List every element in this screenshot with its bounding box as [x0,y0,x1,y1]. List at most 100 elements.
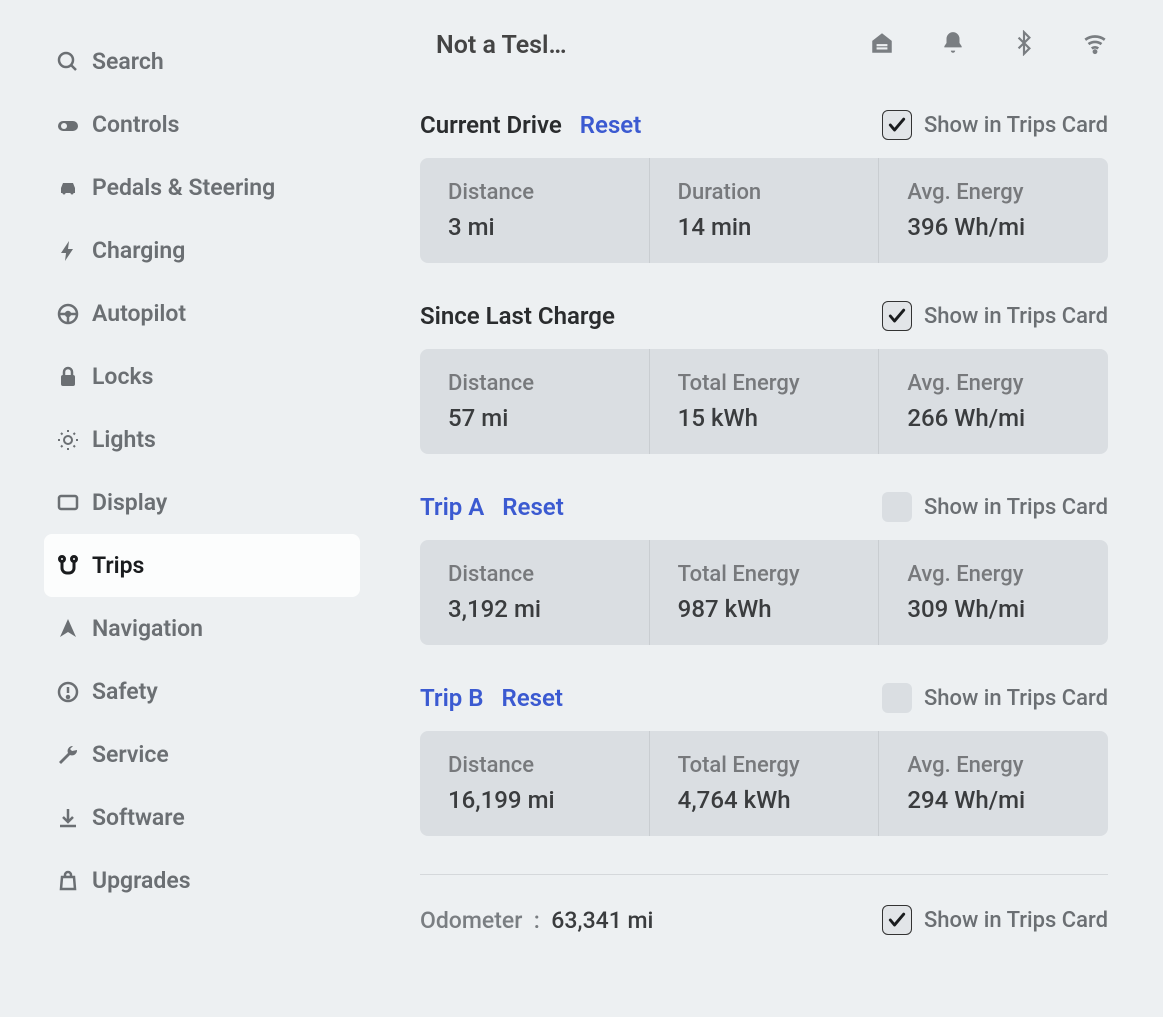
trip-section-1: Since Last Charge Show in Trips Card Dista… [420,301,1108,454]
show-in-card-label: Show in Trips Card [924,113,1108,138]
trip-section-2: Trip A Reset Show in Trips Card Distance 3,1… [420,492,1108,645]
lock-icon [56,365,92,389]
sidebar-item-trips[interactable]: Trips [44,534,360,597]
sidebar-item-label: Autopilot [92,300,186,327]
stats-card: Distance3miDuration14minAvg. Energy396Wh… [420,158,1108,263]
show-in-card-toggle[interactable]: Show in Trips Card [882,492,1108,522]
stat-cell: Total Energy987kWh [650,540,880,645]
stat-value: 396Wh/mi [907,213,1080,241]
bolt-icon [56,239,92,263]
sidebar-item-controls[interactable]: Controls [44,93,360,156]
section-header: Trip B Reset Show in Trips Card [420,683,1108,713]
checkbox-icon[interactable] [882,110,912,140]
stat-label: Avg. Energy [907,371,1080,396]
sidebar-item-label: Search [92,48,164,75]
route-icon [56,554,92,578]
odometer-label: Odometer : 63,341 mi [420,907,653,934]
stat-label: Duration [678,180,851,205]
stat-cell: Total Energy 15kWh [650,349,880,454]
section-header: Since Last Charge Show in Trips Card [420,301,1108,331]
stat-label: Distance [448,562,621,587]
bell-icon[interactable] [940,30,966,60]
stat-label: Distance [448,371,621,396]
sidebar-item-lights[interactable]: Lights [44,408,360,471]
stat-cell: Distance 16,199mi [420,731,650,836]
sidebar-item-label: Controls [92,111,179,138]
stat-label: Distance [448,753,621,778]
sidebar-item-service[interactable]: Service [44,723,360,786]
sidebar-item-upgrades[interactable]: Upgrades [44,849,360,912]
sidebar-item-label: Upgrades [92,867,191,894]
odometer-show-toggle[interactable]: Show in Trips Card [882,905,1108,935]
sidebar-item-display[interactable]: Display [44,471,360,534]
stat-cell: Avg. Energy 266Wh/mi [879,349,1108,454]
reset-button[interactable]: Reset [580,111,641,139]
stat-value: 3,192mi [448,595,621,623]
sidebar-item-pedals-steering[interactable]: Pedals & Steering [44,156,360,219]
stat-label: Avg. Energy [907,753,1080,778]
section-title[interactable]: Trip A [420,493,484,521]
main-panel: Not a Tesl… Current Drive Reset Show in Tr… [380,0,1163,1017]
sidebar-item-label: Software [92,804,185,831]
checkbox-icon[interactable] [882,683,912,713]
trip-section-3: Trip B Reset Show in Trips Card Distance 16,… [420,683,1108,836]
stat-cell: Avg. Energy 396Wh/mi [879,158,1108,263]
stat-value: 4,764kWh [678,786,851,814]
sidebar-item-autopilot[interactable]: Autopilot [44,282,360,345]
profile-selector[interactable]: Not a Tesl… [420,31,567,60]
stat-label: Avg. Energy [907,180,1080,205]
show-in-card-label: Show in Trips Card [924,495,1108,520]
section-title: Current Drive [420,111,562,139]
sidebar-item-label: Display [92,489,167,516]
checkbox-checked-icon[interactable] [882,905,912,935]
stat-value: 294Wh/mi [907,786,1080,814]
sidebar-item-software[interactable]: Software [44,786,360,849]
sidebar-item-navigation[interactable]: Navigation [44,597,360,660]
section-header: Trip A Reset Show in Trips Card [420,492,1108,522]
display-icon [56,491,92,515]
checkbox-icon[interactable] [882,492,912,522]
section-title[interactable]: Trip B [420,684,484,712]
stats-card: Distance3,192miTotal Energy987kWhAvg. En… [420,540,1108,645]
stat-label: Total Energy [678,371,851,396]
sidebar-item-charging[interactable]: Charging [44,219,360,282]
stat-value: 15kWh [678,404,851,432]
stat-value: 14min [678,213,851,241]
sidebar-item-safety[interactable]: Safety [44,660,360,723]
sidebar-item-label: Locks [92,363,153,390]
trip-sections: Current Drive Reset Show in Trips Card Dist… [420,110,1108,836]
status-bar [869,30,1108,60]
stat-cell: Total Energy4,764kWh [650,731,880,836]
section-header: Current Drive Reset Show in Trips Card [420,110,1108,140]
reset-button[interactable]: Reset [502,684,563,712]
sidebar-item-search[interactable]: Search [44,30,360,93]
bulb-icon [56,428,92,452]
sidebar-item-label: Pedals & Steering [92,174,275,201]
car-icon [56,176,92,200]
wifi-icon[interactable] [1082,30,1108,60]
stat-value: 16,199mi [448,786,621,814]
garage-icon[interactable] [869,30,895,60]
sidebar-item-label: Service [92,741,169,768]
stats-card: Distance 57mi Total Energy 15kWh Avg. Energy… [420,349,1108,454]
bluetooth-icon[interactable] [1011,30,1037,60]
show-in-card-toggle[interactable]: Show in Trips Card [882,110,1108,140]
stat-value: 266Wh/mi [907,404,1080,432]
stat-value: 309Wh/mi [907,595,1080,623]
sidebar-item-locks[interactable]: Locks [44,345,360,408]
sidebar-item-label: Trips [92,552,144,579]
odometer-row: Odometer : 63,341 mi Show in Trips Card [420,874,1108,935]
show-in-card-label: Show in Trips Card [924,686,1108,711]
checkbox-icon[interactable] [882,301,912,331]
show-in-card-toggle[interactable]: Show in Trips Card [882,301,1108,331]
stat-cell: Distance 3,192mi [420,540,650,645]
toggle-icon [56,113,92,137]
stat-value: 57mi [448,404,621,432]
stats-card: Distance 16,199mi Total Energy4,764kWh Avg.… [420,731,1108,836]
download-icon [56,806,92,830]
section-title: Since Last Charge [420,302,615,330]
show-in-card-toggle[interactable]: Show in Trips Card [882,683,1108,713]
stat-value: 3mi [448,213,621,241]
reset-button[interactable]: Reset [502,493,563,521]
stat-value: 987kWh [678,595,851,623]
